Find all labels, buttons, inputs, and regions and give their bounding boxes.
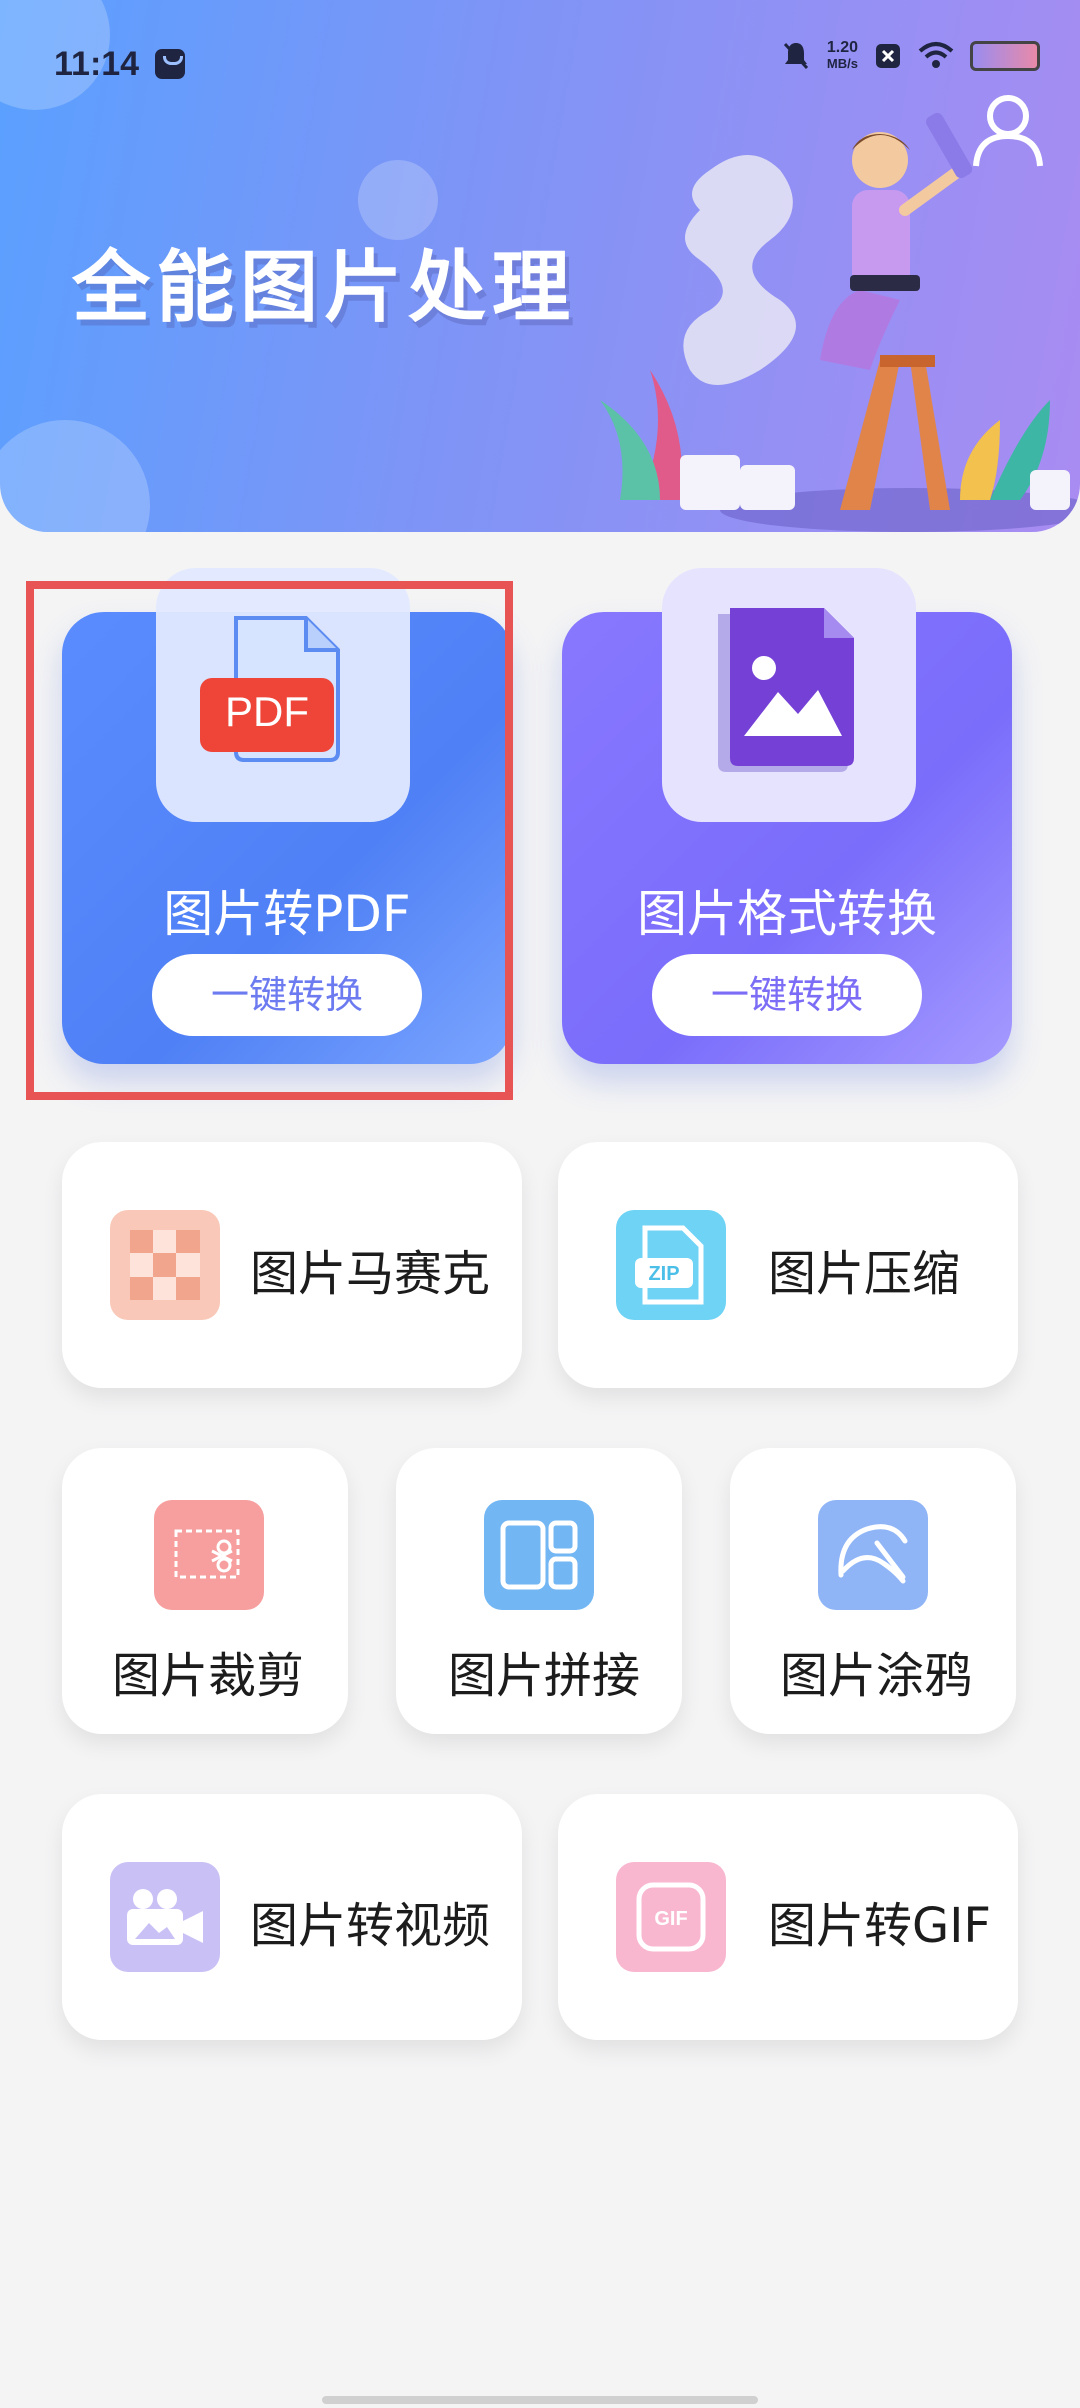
tool-to-video[interactable]: 图片转视频 [62,1794,522,2040]
tool-compress[interactable]: ZIP 图片压缩 [558,1142,1018,1388]
convert-button[interactable]: 一键转换 [652,954,922,1036]
feature-card-format-convert[interactable]: 图片格式转换 一键转换 [562,568,1012,1064]
tool-label: 图片转GIF [768,1898,991,1954]
status-time: 11:14 [54,44,140,83]
tool-stitch[interactable]: 图片拼接 [396,1448,682,1734]
zip-icon: ZIP [616,1210,726,1320]
header-banner: 11:14 1.20 MB/s 全能图片处理 [0,0,1080,532]
tool-label: 图片拼接 [448,1648,641,1704]
page-title: 全能图片处理 [72,243,577,333]
network-speed-value: 1.20 [826,39,858,56]
status-icons: 1.20 MB/s [781,40,1040,72]
selection-highlight [26,581,513,1100]
battery-icon [970,41,1040,71]
tool-to-gif[interactable]: GIF 图片转GIF [558,1794,1018,2040]
tool-label: 图片转视频 [250,1898,491,1954]
painter-illustration [600,112,1080,532]
feature-label: 图片格式转换 [637,885,937,943]
gif-icon: GIF [616,1862,726,1972]
tool-label: 图片裁剪 [112,1648,305,1704]
home-indicator[interactable] [322,2396,758,2404]
tool-label: 图片压缩 [768,1246,961,1302]
shopping-bag-icon [155,49,186,79]
doodle-icon [818,1500,928,1610]
decor-bubble [0,420,150,532]
bell-muted-icon [783,42,808,70]
video-camera-icon [110,1862,220,1972]
zip-icon-label: ZIP [648,1263,679,1285]
format-icon-box [662,568,916,822]
mosaic-icon [110,1210,220,1320]
tool-label: 图片马赛克 [250,1246,491,1302]
gif-icon-label: GIF [654,1908,687,1930]
tool-crop[interactable]: 图片裁剪 [62,1448,348,1734]
scissors-icon [154,1500,264,1610]
network-speed: 1.20 MB/s [827,40,858,72]
collage-icon [484,1500,594,1610]
tool-doodle[interactable]: 图片涂鸦 [730,1448,1016,1734]
wifi-icon [918,42,954,68]
image-file-icon [718,608,854,772]
tool-label: 图片涂鸦 [780,1648,973,1704]
sim-off-icon [876,44,900,68]
tool-mosaic[interactable]: 图片马赛克 [62,1142,522,1388]
